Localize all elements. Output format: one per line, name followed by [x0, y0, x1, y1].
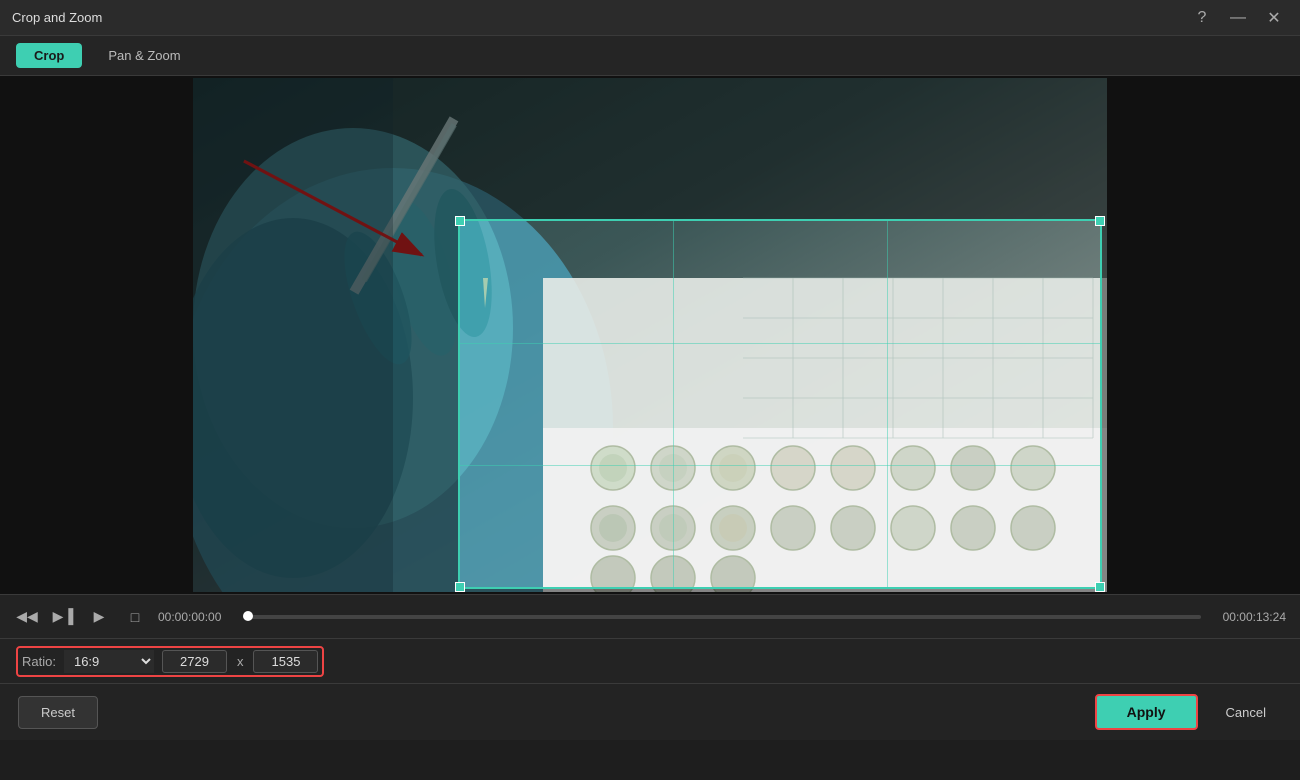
reset-button[interactable]: Reset	[18, 696, 98, 729]
tab-crop[interactable]: Crop	[16, 43, 82, 68]
crop-grid-horizontal-1	[460, 343, 1100, 344]
crop-grid-vertical-1	[673, 221, 674, 587]
video-frame	[193, 78, 1107, 592]
end-time: 00:00:13:24	[1211, 610, 1286, 624]
progress-bar[interactable]	[243, 615, 1201, 619]
width-input[interactable]	[162, 650, 227, 673]
crop-handle-top-right[interactable]	[1095, 216, 1105, 226]
crop-mask-right	[1102, 219, 1107, 589]
crop-handle-top-left[interactable]	[455, 216, 465, 226]
skip-back-button[interactable]: ◀◀	[14, 604, 40, 630]
play-button[interactable]: ▶	[86, 604, 112, 630]
crop-grid-horizontal-2	[460, 465, 1100, 466]
crop-mask-bottom	[193, 589, 1107, 592]
title-bar: Crop and Zoom ? — ✕	[0, 0, 1300, 36]
action-bar: Reset Apply Cancel	[0, 684, 1300, 740]
window-controls: ? — ✕	[1188, 4, 1288, 32]
crop-frame-button[interactable]: □	[122, 604, 148, 630]
step-forward-button[interactable]: ▶▐	[50, 604, 76, 630]
tab-pan-zoom[interactable]: Pan & Zoom	[90, 43, 198, 68]
progress-handle[interactable]	[243, 611, 253, 621]
help-button[interactable]: ?	[1188, 4, 1216, 32]
ratio-select[interactable]: 16:9 4:3 1:1 9:16 Custom	[64, 650, 154, 673]
playback-bar: ◀◀ ▶▐ ▶ □ 00:00:00:00 00:00:13:24	[0, 594, 1300, 638]
window-title: Crop and Zoom	[12, 10, 102, 25]
minimize-button[interactable]: —	[1224, 4, 1252, 32]
crop-handle-bottom-left[interactable]	[455, 582, 465, 592]
crop-grid-vertical-2	[887, 221, 888, 587]
dimension-separator: x	[235, 654, 246, 669]
height-input[interactable]	[253, 650, 318, 673]
crop-mask-top	[193, 78, 1107, 219]
apply-button[interactable]: Apply	[1095, 694, 1198, 730]
tab-bar: Crop Pan & Zoom	[0, 36, 1300, 76]
preview-area	[0, 76, 1300, 594]
close-button[interactable]: ✕	[1260, 4, 1288, 32]
ratio-group: Ratio: 16:9 4:3 1:1 9:16 Custom x	[16, 646, 324, 677]
ratio-bar: Ratio: 16:9 4:3 1:1 9:16 Custom x	[0, 638, 1300, 684]
crop-selection-box[interactable]	[458, 219, 1102, 589]
crop-mask-left	[193, 219, 458, 589]
action-right-group: Apply Cancel	[1095, 694, 1282, 730]
current-time: 00:00:00:00	[158, 610, 233, 624]
cancel-button[interactable]: Cancel	[1210, 697, 1282, 728]
ratio-label: Ratio:	[22, 654, 56, 669]
crop-handle-bottom-right[interactable]	[1095, 582, 1105, 592]
